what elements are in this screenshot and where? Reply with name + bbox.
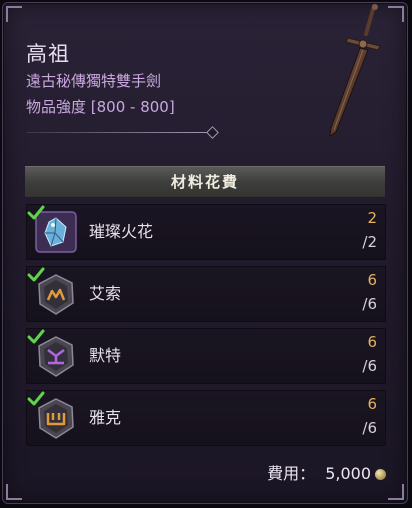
checkmark-icon bbox=[27, 267, 45, 282]
two-handed-sword-icon bbox=[329, 4, 381, 138]
material-owned-count: 6 bbox=[367, 271, 377, 289]
material-row: 璀璨火花 2 /2 bbox=[26, 204, 386, 260]
material-row: 艾索 6 /6 bbox=[26, 266, 386, 322]
material-required-count: /6 bbox=[362, 357, 377, 375]
checkmark-icon bbox=[27, 329, 45, 344]
material-name: 雅克 bbox=[89, 408, 122, 427]
cost-line: 費用： 5,000 bbox=[267, 460, 386, 484]
material-required-count: /6 bbox=[362, 419, 377, 437]
material-owned-count: 6 bbox=[367, 395, 377, 413]
material-name: 璀璨火花 bbox=[89, 222, 154, 241]
item-power: 物品強度 [800 - 800] bbox=[26, 98, 175, 116]
cost-label: 費用： bbox=[267, 464, 316, 483]
material-name: 默特 bbox=[89, 346, 122, 365]
material-name: 艾索 bbox=[89, 284, 122, 303]
material-required-count: /6 bbox=[362, 295, 377, 313]
material-row: 雅克 6 /6 bbox=[26, 390, 386, 446]
item-name: 高祖 bbox=[26, 42, 70, 66]
divider bbox=[26, 132, 212, 133]
checkmark-icon bbox=[27, 205, 45, 220]
material-owned-count: 6 bbox=[367, 333, 377, 351]
frame-corner bbox=[388, 6, 404, 22]
cost-value: 5,000 bbox=[325, 464, 371, 483]
materials-header: 材料花費 bbox=[25, 166, 385, 198]
material-required-count: /2 bbox=[362, 233, 377, 251]
gold-coin-icon bbox=[375, 469, 386, 480]
frame-corner bbox=[6, 484, 22, 500]
frame-corner bbox=[388, 484, 404, 500]
frame-corner bbox=[6, 6, 22, 22]
item-type: 遠古秘傳獨特雙手劍 bbox=[26, 72, 162, 90]
material-row: 默特 6 /6 bbox=[26, 328, 386, 384]
checkmark-icon bbox=[27, 391, 45, 406]
material-owned-count: 2 bbox=[367, 209, 377, 227]
